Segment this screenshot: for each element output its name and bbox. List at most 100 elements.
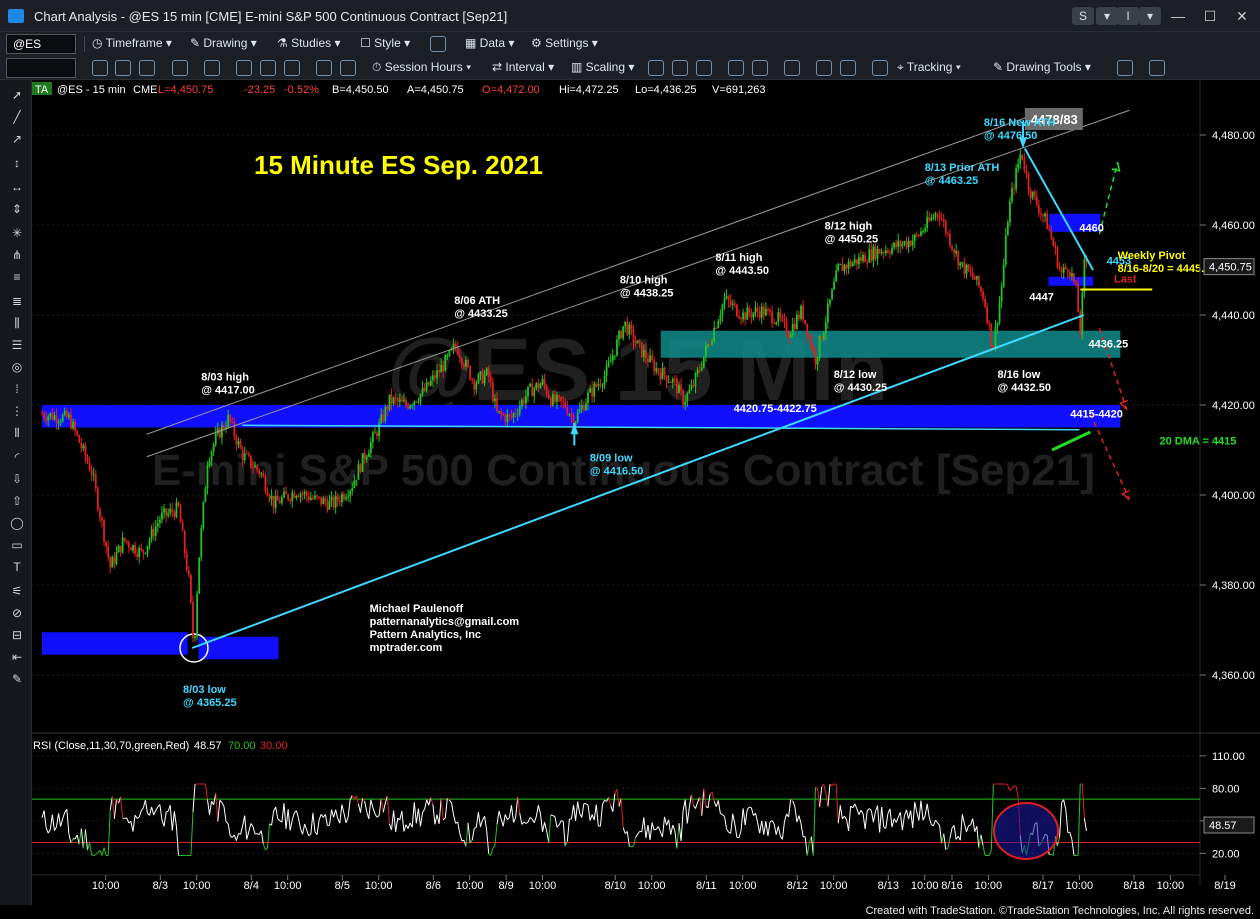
arc-icon[interactable]: ◜	[9, 450, 25, 464]
chat-icon[interactable]	[1149, 60, 1165, 76]
price-candle-body	[566, 407, 569, 415]
vertical-line-icon[interactable]: ↕	[9, 156, 25, 170]
price-candle-body	[1044, 213, 1046, 217]
price-candle-body	[822, 332, 825, 340]
cycle-lines-icon[interactable]: ⦀	[9, 426, 25, 440]
price-candle-body	[72, 421, 74, 429]
price-candle-body	[411, 405, 414, 407]
refresh-icon[interactable]	[92, 60, 108, 76]
fibonacci-icon[interactable]: ≡	[9, 270, 25, 284]
zoom-in-icon[interactable]	[816, 60, 832, 76]
regression-icon[interactable]: ⋮	[9, 404, 25, 418]
window-icon[interactable]	[260, 60, 276, 76]
image-icon[interactable]	[236, 60, 252, 76]
price-candle-body	[1019, 154, 1022, 164]
link-icon[interactable]	[284, 60, 300, 76]
minimize-button[interactable]: —	[1164, 6, 1192, 26]
session-hours-menu[interactable]: ⏱ Session Hours ▾	[372, 60, 471, 76]
text-tool-icon[interactable]: T	[9, 560, 25, 574]
fib-arcs-icon[interactable]: ⁞	[9, 382, 25, 396]
interval-menu-icon[interactable]: ▾	[1139, 7, 1161, 25]
speed-lines-icon[interactable]: ☰	[9, 338, 25, 352]
fib-time-icon[interactable]: ⫼	[9, 316, 25, 330]
price-candle-body	[429, 380, 432, 386]
scaling-label: Scaling	[585, 60, 626, 74]
line-icon[interactable]	[784, 60, 800, 76]
tracking-menu[interactable]: ⌖ Tracking ▾	[897, 60, 961, 76]
bars-icon[interactable]	[648, 60, 664, 76]
grid-view-icon[interactable]	[872, 60, 888, 76]
cycle-icon[interactable]	[204, 60, 220, 76]
drawing-objects-icon[interactable]: ⊟	[9, 628, 25, 642]
pointer-icon[interactable]: ➚	[9, 88, 25, 102]
clock-icon[interactable]	[115, 60, 131, 76]
chart-area[interactable]: TA @ES - 15 min CME L=4,450.75 -23.25 -0…	[32, 80, 1260, 905]
ellipse-icon[interactable]: ◯	[9, 516, 25, 530]
price-candle-body	[204, 488, 207, 503]
interval-menu[interactable]: ⇄ Interval ▾	[492, 60, 554, 76]
fib-extension-icon[interactable]: ≣	[9, 294, 25, 308]
price-candle-body	[332, 496, 335, 508]
candles-icon[interactable]	[672, 60, 688, 76]
price-candle-body	[63, 410, 66, 415]
link-symbol-icon[interactable]: S	[1072, 7, 1094, 25]
price-candle-body	[138, 547, 141, 557]
remove-drawings-icon[interactable]: ⊘	[9, 606, 25, 620]
snap-icon[interactable]: ⚟	[9, 584, 25, 598]
andrews-pitchfork-icon[interactable]: ⋔	[9, 248, 25, 262]
fib-circles-icon[interactable]: ◎	[9, 360, 25, 374]
horizontal-line-icon[interactable]: ↔	[9, 180, 25, 194]
drawing-menu[interactable]: ✎ Drawing ▾	[190, 36, 257, 52]
ray-icon[interactable]: ↗	[9, 132, 25, 146]
price-candle-body	[580, 405, 583, 409]
scaling-menu[interactable]: ▥ Scaling ▾	[571, 60, 634, 76]
price-candle-body	[531, 383, 534, 397]
timeframe-menu[interactable]: ◷ Timeframe ▾	[92, 36, 172, 52]
price-candle-body	[903, 241, 906, 244]
layout-icon[interactable]	[430, 36, 446, 52]
price-candle-body	[657, 368, 660, 373]
annotation-text: 8/16-8/20 = 4445.67	[1118, 263, 1217, 275]
studies-menu[interactable]: ⚗ Studies ▾	[277, 36, 340, 52]
price-candle-body	[601, 385, 604, 387]
hollow-candles-icon[interactable]	[696, 60, 712, 76]
maximize-button[interactable]: ☐	[1196, 6, 1224, 26]
gann-fan-icon[interactable]: ✳	[9, 226, 25, 240]
annotation-text: @ 4417.00	[201, 384, 255, 396]
style-menu[interactable]: ☐ Style ▾	[360, 36, 410, 52]
export-icon[interactable]	[1117, 60, 1133, 76]
tools-icon[interactable]	[316, 60, 332, 76]
price-candle-body	[88, 462, 91, 471]
data-menu[interactable]: ▦ Data ▾	[465, 36, 514, 52]
zoom-out-icon[interactable]	[840, 60, 856, 76]
price-candle-body	[837, 264, 840, 271]
price-candle-body	[142, 549, 145, 554]
price-candle-body	[634, 342, 637, 344]
bar-chart-icon[interactable]	[172, 60, 188, 76]
price-candle-body	[407, 405, 409, 409]
price-candle-body	[895, 242, 898, 248]
price-candle-body	[183, 530, 186, 554]
price-candle-body	[134, 544, 136, 554]
arrow-up-icon[interactable]: ⇧	[9, 494, 25, 508]
settings-menu[interactable]: ⚙ Settings ▾	[531, 36, 598, 52]
arrow-down-icon[interactable]: ⇩	[9, 472, 25, 486]
calendar-icon[interactable]	[139, 60, 155, 76]
symbol-input[interactable]: @ES	[6, 34, 76, 54]
options-icon[interactable]: ▾	[1096, 7, 1118, 25]
interval-link-icon[interactable]: I	[1117, 7, 1139, 25]
hlc-icon[interactable]	[752, 60, 768, 76]
drawing-tools-menu[interactable]: ✎ Drawing Tools ▾	[993, 60, 1091, 76]
channel-icon[interactable]: ⇕	[9, 202, 25, 216]
grid-icon[interactable]	[340, 60, 356, 76]
symbol-list-dropdown[interactable]	[6, 58, 76, 78]
trendline-icon[interactable]: ╱	[9, 110, 25, 124]
close-button[interactable]: ✕	[1228, 6, 1256, 26]
price-candle-body	[775, 322, 778, 324]
collapse-icon[interactable]: ⇤	[9, 650, 25, 664]
rectangle-icon[interactable]: ▭	[9, 538, 25, 552]
price-candle-body	[1050, 230, 1053, 239]
pencil-icon[interactable]: ✎	[9, 672, 25, 686]
ohlc-icon[interactable]	[728, 60, 744, 76]
price-candle-body	[791, 323, 794, 335]
